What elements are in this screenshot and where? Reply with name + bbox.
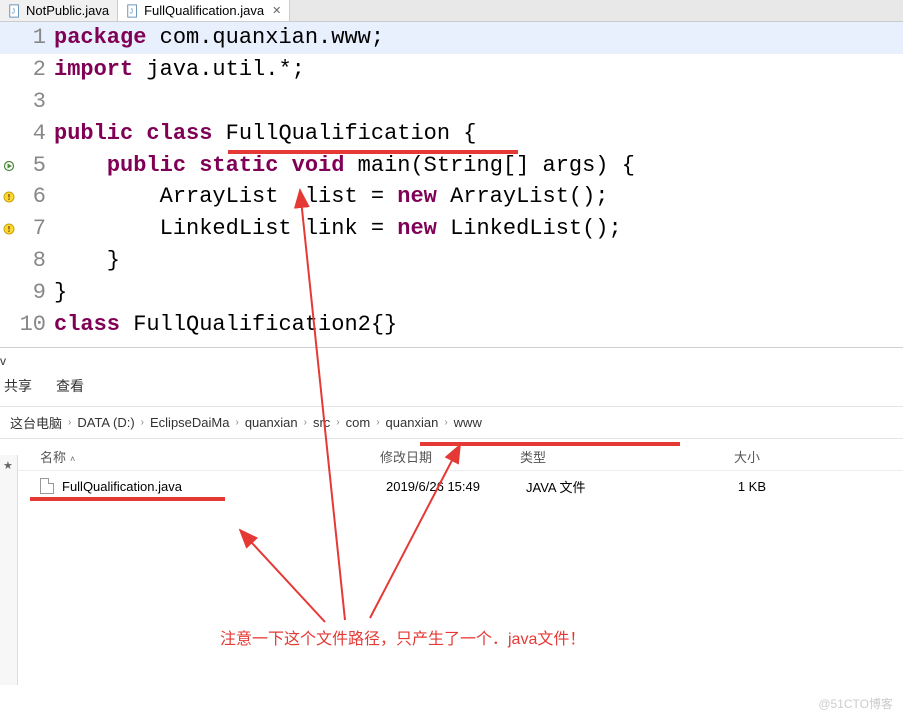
breadcrumb-item[interactable]: EclipseDaiMa bbox=[150, 415, 229, 430]
file-name: FullQualification.java bbox=[62, 479, 386, 494]
code-line[interactable]: 4public class FullQualification { bbox=[0, 118, 903, 150]
annotation-underline-filename bbox=[30, 497, 225, 501]
code-line[interactable]: 10class FullQualification2{} bbox=[0, 309, 903, 341]
line-number: 3 bbox=[18, 86, 54, 118]
column-name[interactable]: 名称˄ bbox=[40, 447, 380, 466]
java-file-icon: J bbox=[126, 4, 140, 18]
breadcrumb-item[interactable]: www bbox=[454, 415, 482, 430]
line-number: 7 bbox=[18, 213, 54, 245]
column-date[interactable]: 修改日期 bbox=[380, 447, 520, 466]
code-line[interactable]: 1package com.quanxian.www; bbox=[0, 22, 903, 54]
breadcrumb-item[interactable]: quanxian bbox=[386, 415, 439, 430]
code-content: } bbox=[54, 245, 903, 277]
tab-label: FullQualification.java bbox=[144, 3, 264, 18]
breadcrumb-item[interactable]: src bbox=[313, 415, 330, 430]
file-date: 2019/6/26 15:49 bbox=[386, 479, 526, 494]
editor-tab-bar: J NotPublic.java J FullQualification.jav… bbox=[0, 0, 903, 22]
close-icon[interactable]: ✕ bbox=[272, 4, 281, 17]
gutter-marker bbox=[0, 150, 18, 182]
chevron-right-icon: › bbox=[444, 417, 447, 428]
file-size: 1 KB bbox=[666, 479, 766, 494]
file-icon bbox=[40, 478, 54, 494]
line-number: 2 bbox=[18, 54, 54, 86]
annotation-text: 注意一下这个文件路径，只产生了一个．java文件！ bbox=[220, 625, 585, 649]
sort-caret-icon: ˄ bbox=[70, 454, 75, 464]
tab-notpublic[interactable]: J NotPublic.java bbox=[0, 0, 118, 21]
tab-label: NotPublic.java bbox=[26, 3, 109, 18]
breadcrumb-item[interactable]: 这台电脑 bbox=[10, 413, 62, 432]
gutter-marker bbox=[0, 309, 18, 341]
chevron-right-icon: › bbox=[141, 417, 144, 428]
toolbar-view[interactable]: 查看 bbox=[56, 376, 84, 396]
code-editor[interactable]: 1package com.quanxian.www;2import java.u… bbox=[0, 22, 903, 341]
code-content: } bbox=[54, 277, 903, 309]
chevron-right-icon: › bbox=[336, 417, 339, 428]
chevron-right-icon: › bbox=[304, 417, 307, 428]
line-number: 8 bbox=[18, 245, 54, 277]
explorer-breadcrumb[interactable]: 这台电脑 › DATA (D:) › EclipseDaiMa › quanxian › src… bbox=[0, 406, 903, 439]
gutter-marker bbox=[0, 245, 18, 277]
code-line[interactable]: 7 LinkedList link = new LinkedList(); bbox=[0, 213, 903, 245]
code-line[interactable]: 6 ArrayList list = new ArrayList(); bbox=[0, 181, 903, 213]
line-number: 10 bbox=[18, 309, 54, 341]
code-line[interactable]: 2import java.util.*; bbox=[0, 54, 903, 86]
file-row[interactable]: FullQualification.java 2019/6/26 15:49 J… bbox=[0, 471, 903, 498]
line-number: 9 bbox=[18, 277, 54, 309]
code-content: class FullQualification2{} bbox=[54, 309, 903, 341]
gutter-marker bbox=[0, 213, 18, 245]
explorer-title: v bbox=[0, 348, 903, 372]
annotation-underline-classname bbox=[228, 150, 518, 154]
chevron-right-icon: › bbox=[68, 417, 71, 428]
line-number: 4 bbox=[18, 118, 54, 150]
code-content: import java.util.*; bbox=[54, 54, 903, 86]
column-size[interactable]: 大小 bbox=[660, 447, 760, 466]
code-line[interactable]: 8 } bbox=[0, 245, 903, 277]
gutter-marker bbox=[0, 277, 18, 309]
gutter-marker bbox=[0, 118, 18, 150]
line-number: 6 bbox=[18, 181, 54, 213]
code-content: package com.quanxian.www; bbox=[54, 22, 903, 54]
svg-text:J: J bbox=[12, 8, 16, 15]
gutter-marker bbox=[0, 86, 18, 118]
explorer-toolbar: 共享 查看 bbox=[0, 372, 903, 406]
file-type: JAVA 文件 bbox=[526, 477, 666, 496]
code-line[interactable]: 3 bbox=[0, 86, 903, 118]
line-number: 5 bbox=[18, 150, 54, 182]
code-content: LinkedList link = new LinkedList(); bbox=[54, 213, 903, 245]
code-content: public class FullQualification { bbox=[54, 118, 903, 150]
breadcrumb-item[interactable]: com bbox=[346, 415, 371, 430]
code-line[interactable]: 5 public static void main(String[] args)… bbox=[0, 150, 903, 182]
java-file-icon: J bbox=[8, 4, 22, 18]
code-content: ArrayList list = new ArrayList(); bbox=[54, 181, 903, 213]
chevron-right-icon: › bbox=[376, 417, 379, 428]
pin-icon: ★ bbox=[3, 459, 13, 472]
gutter-marker bbox=[0, 181, 18, 213]
code-content bbox=[54, 86, 903, 118]
gutter-marker bbox=[0, 22, 18, 54]
explorer-side-panel: ★ bbox=[0, 455, 18, 685]
code-content: public static void main(String[] args) { bbox=[54, 150, 903, 182]
line-number: 1 bbox=[18, 22, 54, 54]
file-list-header: 名称˄ 修改日期 类型 大小 bbox=[0, 439, 903, 471]
breadcrumb-item[interactable]: DATA (D:) bbox=[77, 415, 134, 430]
watermark: @51CTO博客 bbox=[818, 695, 893, 712]
chevron-right-icon: › bbox=[235, 417, 238, 428]
tab-fullqualification[interactable]: J FullQualification.java ✕ bbox=[118, 0, 290, 21]
svg-text:J: J bbox=[130, 8, 134, 15]
file-explorer: v 共享 查看 这台电脑 › DATA (D:) › EclipseDaiMa › quan… bbox=[0, 347, 903, 668]
column-type[interactable]: 类型 bbox=[520, 447, 660, 466]
code-line[interactable]: 9} bbox=[0, 277, 903, 309]
gutter-marker bbox=[0, 54, 18, 86]
breadcrumb-item[interactable]: quanxian bbox=[245, 415, 298, 430]
toolbar-share[interactable]: 共享 bbox=[4, 376, 32, 396]
